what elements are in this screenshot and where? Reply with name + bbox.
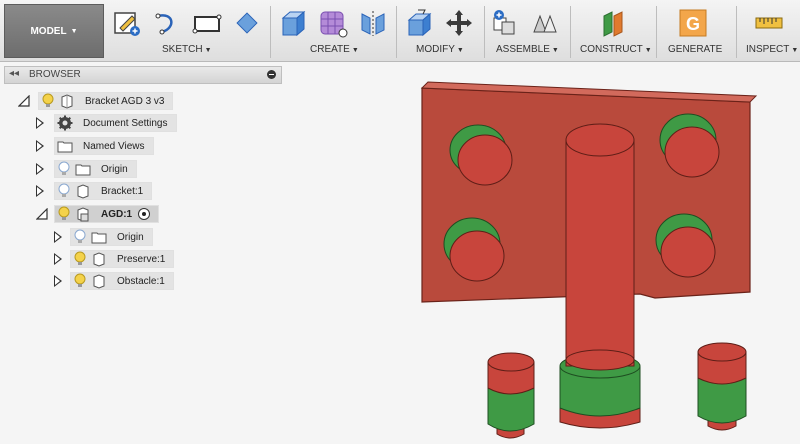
obstacle-cylinder [697,342,747,431]
workspace-label: MODEL [30,25,67,37]
browser-title: BROWSER [29,69,81,80]
body-icon [75,183,91,199]
expand-arrow-icon[interactable] [36,185,44,197]
polygon-icon[interactable] [232,8,262,38]
folder-icon [91,229,107,245]
toolbar-divider [656,6,657,58]
inspect-menu[interactable]: INSPECT ▼ [746,44,798,55]
3d-model-render [420,81,758,439]
create-menu[interactable]: CREATE ▼ [310,44,359,55]
move-icon[interactable] [444,8,474,38]
folder-icon [75,161,91,177]
new-component-icon[interactable] [490,8,520,38]
press-pull-icon[interactable] [404,8,434,38]
toolbar-divider [570,6,571,58]
expand-arrow-icon[interactable] [54,231,62,243]
joint-icon[interactable] [530,8,560,38]
tree-node-origin[interactable]: Origin [54,160,137,178]
tree-node-agd[interactable]: AGD:1 [54,205,160,223]
collapse-panel-icon[interactable]: ◂◂ [9,68,19,79]
generate-icon[interactable]: G [678,8,708,38]
expand-arrow-icon[interactable] [36,163,44,175]
workspace-switcher[interactable]: MODEL ▼ [4,4,104,58]
measure-icon[interactable] [754,8,784,38]
component-icon [75,206,91,222]
collapse-arrow-icon[interactable] [35,207,48,220]
tree-node-obstacle[interactable]: Obstacle:1 [70,272,174,290]
collapse-arrow-icon[interactable] [17,94,30,107]
construct-menu[interactable]: CONSTRUCT ▼ [580,44,652,55]
toolbar-divider [270,6,271,58]
expand-arrow-icon[interactable] [36,117,44,129]
chevron-down-icon: ▼ [70,27,78,35]
tree-node-preserve[interactable]: Preserve:1 [70,250,175,268]
tree-node-document-settings[interactable]: Document Settings [54,114,177,132]
tree-node-root[interactable]: Bracket AGD 3 v3 [38,92,174,110]
toolbar-divider [484,6,485,58]
canvas-viewport[interactable] [290,62,800,444]
svg-text:G: G [686,14,700,34]
toolbar-divider [396,6,397,58]
expand-arrow-icon[interactable] [36,140,44,152]
obstacle-cylinder [487,352,535,439]
tree-node-named-views[interactable]: Named Views [54,137,154,155]
activate-component-radio[interactable] [138,208,151,220]
offset-plane-icon[interactable] [598,8,628,38]
visibility-bulb-icon[interactable] [57,206,71,222]
expand-arrow-icon[interactable] [54,275,62,287]
folder-icon [57,138,73,154]
visibility-bulb-icon[interactable] [57,183,71,199]
assemble-menu[interactable]: ASSEMBLE ▼ [496,44,559,55]
preserve-post [559,123,641,429]
document-icon [59,93,75,109]
arc-icon[interactable] [152,8,182,38]
rectangle-icon[interactable] [192,8,222,38]
visibility-bulb-icon[interactable] [73,251,87,267]
tree-node-agd-origin[interactable]: Origin [70,228,153,246]
expand-arrow-icon[interactable] [54,253,62,265]
create-sketch-icon[interactable] [112,8,142,38]
toolbar: MODEL ▼ SKETCH ▼ CREATE ▼ MODIFY ▼ ASSEMBL [0,0,800,62]
minimize-icon[interactable] [267,70,276,79]
visibility-bulb-icon[interactable] [73,229,87,245]
form-icon[interactable] [318,8,348,38]
modify-menu[interactable]: MODIFY ▼ [416,44,464,55]
toolbar-divider [736,6,737,58]
mirror-icon[interactable] [358,8,388,38]
visibility-bulb-icon[interactable] [57,161,71,177]
gear-icon [57,115,73,131]
sketch-menu[interactable]: SKETCH ▼ [162,44,212,55]
body-icon [91,251,107,267]
generate-menu[interactable]: GENERATE [668,44,722,55]
root-label: Bracket AGD 3 v3 [85,95,165,107]
extrude-icon[interactable] [278,8,308,38]
visibility-bulb-icon[interactable] [73,273,87,289]
tree-node-bracket[interactable]: Bracket:1 [54,182,153,200]
visibility-bulb-icon[interactable] [41,93,55,109]
body-icon [91,273,107,289]
browser-header: ◂◂ BROWSER [4,66,282,84]
